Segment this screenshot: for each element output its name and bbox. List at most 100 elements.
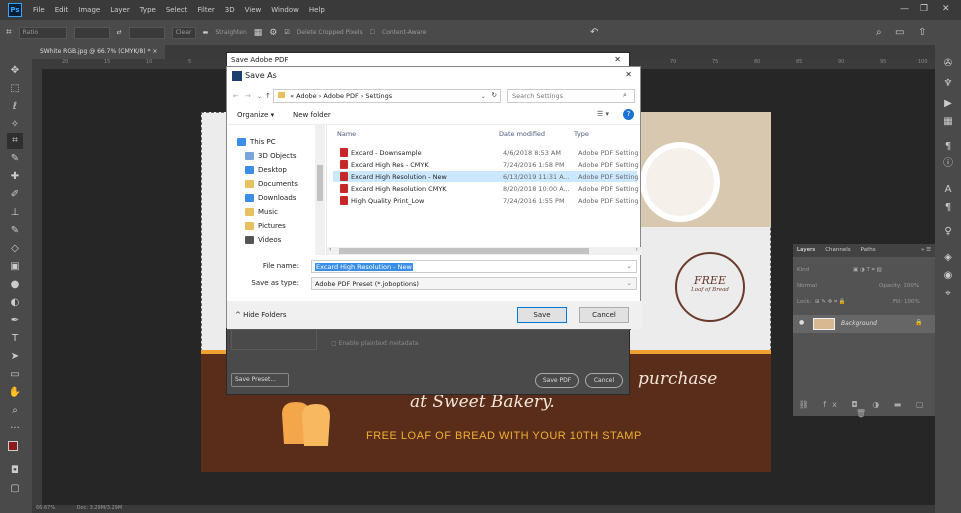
scroll-left-icon[interactable]: ‹ [329, 246, 331, 253]
delete-cropped-checkbox[interactable]: ☑ [284, 29, 289, 36]
straighten-icon[interactable]: ▬ [203, 29, 209, 36]
new-folder-button[interactable]: New folder [293, 111, 331, 119]
menu-window[interactable]: Window [266, 6, 304, 14]
info-icon[interactable]: ⓘ [941, 157, 955, 171]
hand-tool-icon[interactable]: ✋ [7, 385, 23, 401]
opacity-field[interactable]: Opacity: 100% [879, 283, 919, 289]
bulb-icon[interactable]: ♀ [941, 225, 955, 239]
move-tool-icon[interactable]: ✥ [7, 63, 23, 79]
view-options-icon[interactable]: ☰ ▾ [597, 110, 609, 118]
height-field[interactable] [128, 26, 165, 39]
eraser-icon[interactable]: ◇ [7, 241, 23, 257]
status-zoom[interactable]: 66.67% [36, 505, 55, 511]
back-arrow-icon[interactable]: ← [233, 92, 239, 100]
nav-scrollbar[interactable] [315, 125, 325, 255]
paragraph-icon[interactable]: ¶ [941, 140, 955, 154]
scroll-right-icon[interactable]: › [636, 246, 638, 253]
nav-music[interactable]: Music [245, 205, 278, 219]
column-type[interactable]: Type [574, 130, 589, 138]
stamp-tool-icon[interactable]: ⊥ [7, 205, 23, 221]
pdf-dialog-close-button[interactable]: ✕ [614, 55, 621, 64]
dodge-tool-icon[interactable]: ◐ [7, 295, 23, 311]
save-preset-button[interactable]: Save Preset... [231, 373, 289, 387]
hide-folders-toggle[interactable]: ^ Hide Folders [235, 311, 287, 319]
nav-pictures[interactable]: Pictures [245, 219, 286, 233]
panel-menu-icon[interactable]: » ☰ [921, 247, 931, 253]
eyedropper-icon[interactable]: ✎ [7, 151, 23, 167]
address-bar[interactable]: « Adobe › Adobe PDF › Settings ⌄ ↻ [273, 89, 501, 103]
lasso-tool-icon[interactable]: ℓ [7, 99, 23, 115]
character-icon[interactable]: A [941, 183, 955, 197]
menu-type[interactable]: Type [135, 6, 161, 14]
gear-icon[interactable]: ⚙ [269, 28, 277, 38]
column-date[interactable]: Date modified [499, 130, 545, 138]
history-brush-icon[interactable]: ✎ [7, 223, 23, 239]
nav-documents[interactable]: Documents [245, 177, 298, 191]
layers-icon[interactable]: ◈ [941, 251, 955, 265]
layer-background[interactable]: ● Background 🔒 [793, 315, 935, 333]
restore-button[interactable]: ❐ [920, 4, 928, 14]
file-row[interactable]: High Quality Print_Low 7/24/2016 1:55 PM A… [333, 195, 638, 206]
file-row[interactable]: Excard High Res - CMYK 7/24/2016 1:58 PM A… [333, 159, 638, 170]
save-button[interactable]: Save [517, 307, 567, 323]
file-name-input[interactable]: Excard High Resolution - New ⌄ [311, 260, 637, 273]
document-tab[interactable]: SWhite RGB.jpg @ 66.7% (CMYK/8) * × [32, 45, 166, 59]
clear-button[interactable]: Clear [171, 26, 196, 39]
tab-paths[interactable]: Paths [861, 247, 876, 254]
swap-icon[interactable]: ⇄ [117, 29, 122, 36]
paragraph-style-icon[interactable]: ¶ [941, 201, 955, 215]
rectangle-tool-icon[interactable]: ▭ [7, 367, 23, 383]
visibility-eye-icon[interactable]: ● [799, 319, 804, 326]
more-tools-icon[interactable]: ··· [7, 421, 23, 437]
cancel-button[interactable]: Cancel [579, 307, 629, 323]
breadcrumb[interactable]: « Adobe › Adobe PDF › Settings [290, 92, 392, 100]
column-name[interactable]: Name [337, 130, 356, 138]
crop-tool-icon[interactable]: ⌗ [6, 27, 12, 38]
straighten-button[interactable]: Straighten [215, 29, 246, 36]
file-name-value[interactable]: Excard High Resolution - New [315, 263, 413, 271]
table-icon[interactable]: ▦ [941, 115, 955, 129]
menu-layer[interactable]: Layer [105, 6, 135, 14]
tab-layers[interactable]: Layers [797, 247, 815, 254]
nav-desktop[interactable]: Desktop [245, 163, 287, 177]
color-wheel-icon[interactable]: ✇ [941, 57, 955, 71]
nav-videos[interactable]: Videos [245, 233, 281, 247]
search-input[interactable]: Search Settings [507, 89, 635, 103]
play-icon[interactable]: ▶ [941, 97, 955, 111]
menu-help[interactable]: Help [304, 6, 330, 14]
layer-name[interactable]: Background [841, 320, 877, 327]
forward-arrow-icon[interactable]: → [245, 92, 251, 100]
quick-mask-icon[interactable]: ◘ [7, 463, 23, 479]
filter-kind-select[interactable]: Kind [797, 267, 809, 273]
close-app-button[interactable]: ✕ [942, 4, 950, 14]
file-name-dropdown-icon[interactable]: ⌄ [627, 262, 632, 270]
healing-brush-icon[interactable]: ✚ [7, 169, 23, 185]
scroll-thumb[interactable] [339, 248, 589, 254]
layers-footer-icons[interactable]: ⛓ fx ◘ ◑ ▬ ▢ 🗑 [793, 400, 935, 418]
screen-mode-icon[interactable]: ▢ [7, 481, 23, 497]
quick-select-icon[interactable]: ✧ [7, 117, 23, 133]
save-pdf-button[interactable]: Save PDF [535, 373, 579, 388]
nav-scroll-thumb[interactable] [317, 165, 323, 201]
menu-file[interactable]: File [28, 6, 50, 14]
menu-view[interactable]: View [240, 6, 267, 14]
crop-tool-icon[interactable]: ⌗ [7, 133, 23, 149]
blur-tool-icon[interactable]: ● [7, 277, 23, 293]
channels-icon[interactable]: ◉ [941, 269, 955, 283]
gradient-tool-icon[interactable]: ▣ [7, 259, 23, 275]
save-as-close-button[interactable]: ✕ [625, 70, 632, 79]
brush-tool-icon[interactable]: ✐ [7, 187, 23, 203]
photoshop-logo[interactable]: Ps [8, 3, 22, 17]
type-tool-icon[interactable]: T [7, 331, 23, 347]
paths-icon[interactable]: ⌖ [941, 287, 955, 301]
file-row-selected[interactable]: Excard High Resolution - New 6/13/2019 11… [333, 171, 638, 182]
share-icon[interactable]: ⇧ [918, 27, 926, 38]
path-select-icon[interactable]: ➤ [7, 349, 23, 365]
lock-icons[interactable]: ⊞ ✎ ✥ ⌗ 🔒 [815, 299, 846, 306]
refresh-icon[interactable]: ↻ [492, 91, 497, 99]
foreground-color-swatch[interactable] [8, 441, 18, 451]
fill-field[interactable]: Fill: 100% [893, 299, 920, 305]
nav-3d-objects[interactable]: 3D Objects [245, 149, 297, 163]
file-row[interactable]: Excard - Downsample 4/6/2018 8:53 AM Adobe… [333, 147, 638, 158]
nav-downloads[interactable]: Downloads [245, 191, 296, 205]
